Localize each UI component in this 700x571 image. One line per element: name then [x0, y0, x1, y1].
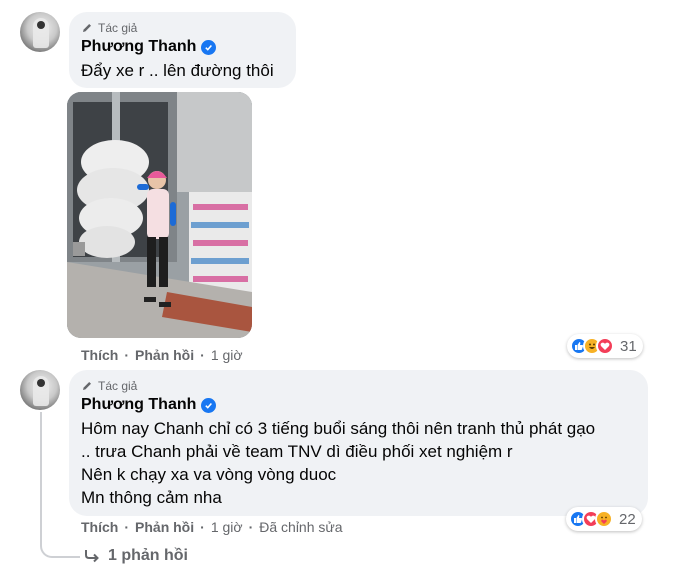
separator: · — [200, 519, 205, 535]
comment-text-line: Hôm nay Chanh chỉ có 3 tiếng buổi sáng t… — [81, 419, 596, 438]
author-badge: Tác giả — [81, 379, 137, 393]
love-icon — [596, 337, 614, 355]
care-icon — [595, 510, 613, 528]
separator: · — [124, 519, 130, 535]
like-link[interactable]: Thích — [81, 347, 118, 363]
like-link[interactable]: Thích — [81, 519, 118, 535]
verified-badge-icon — [201, 39, 217, 55]
author-badge-label: Tác giả — [98, 379, 138, 393]
reaction-summary[interactable]: 31 — [567, 334, 643, 358]
pencil-icon — [83, 382, 91, 390]
comment-text-line: Đẩy xe r .. lên đường thôi — [81, 61, 274, 80]
reply-link[interactable]: Phản hồi — [135, 347, 194, 363]
reply-arrow-icon — [85, 550, 99, 563]
comment-actions: Thích · Phản hồi · 1 giờ — [81, 347, 243, 363]
comment-author-name[interactable]: Phương Thanh — [81, 38, 217, 56]
comment-author-name[interactable]: Phương Thanh — [81, 396, 217, 414]
separator: · — [124, 347, 130, 363]
view-replies-link[interactable]: 1 phản hồi — [84, 547, 188, 565]
author-name-text[interactable]: Phương Thanh — [81, 396, 196, 414]
comment-text: Đẩy xe r .. lên đường thôi — [81, 59, 274, 82]
avatar[interactable] — [20, 370, 60, 410]
comment-text-line: Nên k chạy xa va vòng vòng duoc — [81, 465, 337, 484]
separator: · — [200, 347, 205, 363]
author-name-text[interactable]: Phương Thanh — [81, 38, 196, 56]
comment-actions: Thích · Phản hồi · 1 giờ · Đã chỉnh sửa — [81, 519, 343, 535]
author-badge: Tác giả — [81, 21, 137, 35]
view-replies-label[interactable]: 1 phản hồi — [108, 547, 188, 565]
comment-photo[interactable] — [67, 92, 252, 338]
reaction-count[interactable]: 31 — [620, 338, 637, 355]
comment-text-line: .. trưa Chanh phải về team TNV dì điều p… — [81, 442, 513, 461]
author-badge-label: Tác giả — [98, 21, 138, 35]
comment-timestamp[interactable]: 1 giờ — [211, 519, 243, 535]
comment-text: Hôm nay Chanh chỉ có 3 tiếng buổi sáng t… — [81, 417, 595, 509]
edited-label: Đã chỉnh sửa — [259, 519, 343, 535]
reaction-summary[interactable]: 22 — [566, 507, 642, 531]
verified-badge-icon — [201, 397, 217, 413]
reaction-count[interactable]: 22 — [619, 511, 636, 528]
pencil-icon — [83, 24, 91, 32]
separator: · — [248, 519, 254, 535]
comment-text-line: Mn thông cảm nha — [81, 488, 222, 507]
avatar[interactable] — [20, 12, 60, 52]
photo-image — [67, 92, 252, 338]
reply-link[interactable]: Phản hồi — [135, 519, 194, 535]
comment-timestamp[interactable]: 1 giờ — [211, 347, 243, 363]
thread-connector-line — [40, 412, 80, 558]
